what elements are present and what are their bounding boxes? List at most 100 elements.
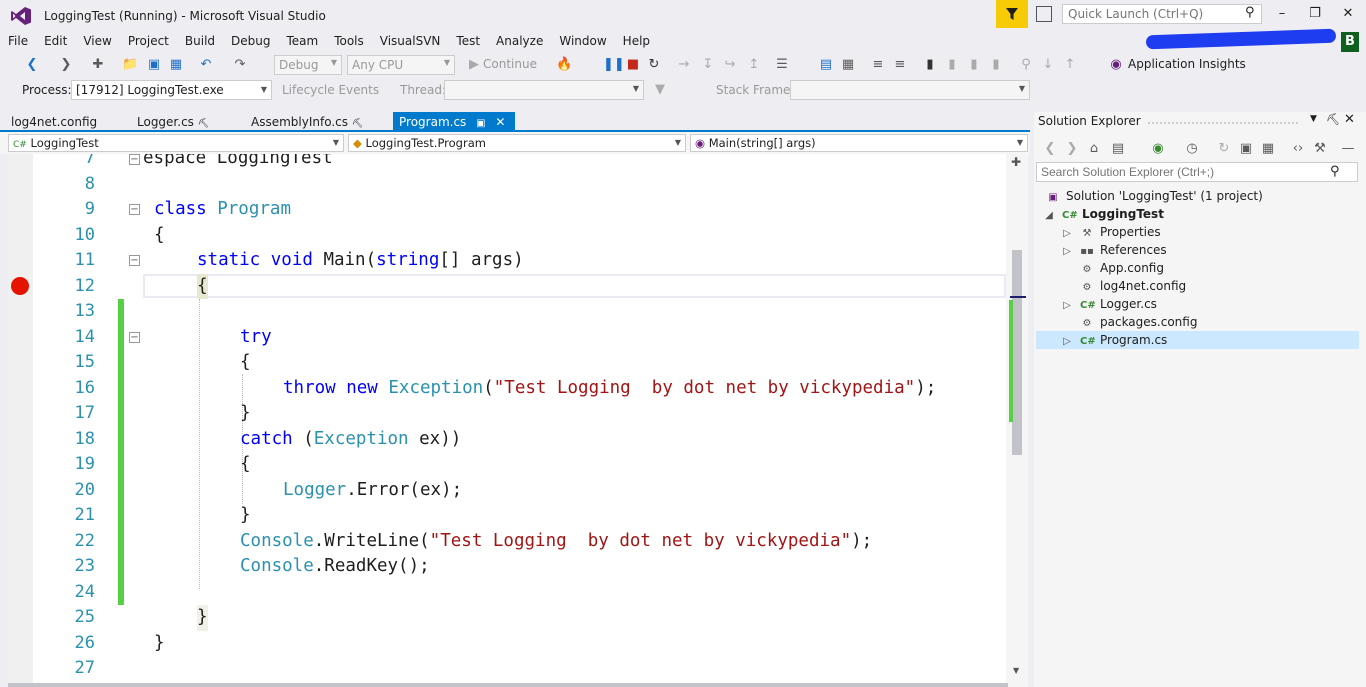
properties-wrench-icon[interactable]: ⚒ <box>1312 141 1328 157</box>
hot-reload-icon[interactable]: 🔥 <box>556 57 572 73</box>
menu-project[interactable]: Project <box>120 32 177 50</box>
filter-icon[interactable]: ▼ <box>652 82 668 98</box>
step-out-icon[interactable]: ↥ <box>746 57 762 73</box>
restart-icon[interactable]: ↻ <box>646 57 662 73</box>
navigate-back-icon[interactable]: ❮ <box>24 57 40 73</box>
feedback-filter-icon[interactable] <box>996 0 1028 28</box>
close-tab-icon[interactable]: ✕ <box>495 115 505 129</box>
sync-icon[interactable]: ↻ <box>1216 141 1232 157</box>
restore-button[interactable]: ❐ <box>1303 4 1327 24</box>
breakpoint-margin[interactable] <box>8 154 33 687</box>
new-project-icon[interactable]: ✚ <box>90 57 106 73</box>
close-button[interactable]: ✕ <box>1336 4 1360 24</box>
menu-file[interactable]: File <box>0 32 36 50</box>
forward-icon[interactable]: ❯ <box>1064 141 1080 157</box>
prev-bookmark-icon[interactable]: ▮ <box>944 57 960 73</box>
user-avatar[interactable]: B <box>1341 32 1359 52</box>
history-icon[interactable]: ◷ <box>1184 141 1200 157</box>
continue-button[interactable]: Continue <box>483 57 537 71</box>
search-icon[interactable]: ⚲ <box>1245 5 1255 20</box>
open-file-icon[interactable]: 📁 <box>122 57 138 73</box>
collapsed-arrow-icon[interactable]: ▷ <box>1060 243 1074 261</box>
find-icon[interactable]: ⚲ <box>1018 57 1034 73</box>
solution-search-input[interactable] <box>1036 162 1358 182</box>
menu-tools[interactable]: Tools <box>326 32 372 50</box>
step-into-icon[interactable]: ↧ <box>700 57 716 73</box>
stack-frame-dropdown[interactable]: ▼ <box>790 80 1030 100</box>
tab-log4net-config[interactable]: log4net.config <box>0 112 120 132</box>
collapse-all-icon[interactable]: ▣ <box>1238 141 1254 157</box>
view-code-icon[interactable]: ‹› <box>1290 141 1306 157</box>
collapse-icon[interactable]: − <box>129 154 140 165</box>
pin-icon[interactable]: ⛏ <box>1326 113 1340 126</box>
collapse-icon[interactable]: − <box>129 255 140 266</box>
menu-view[interactable]: View <box>75 32 119 50</box>
menu-edit[interactable]: Edit <box>36 32 75 50</box>
tree-item-program-cs[interactable]: ▷ C# Program.cs <box>1060 331 1167 349</box>
collapsed-arrow-icon[interactable]: ▷ <box>1060 297 1074 315</box>
split-icon[interactable]: ✚ <box>1011 155 1021 169</box>
tree-item-packages-config[interactable]: ⚙ packages.config <box>1080 313 1198 331</box>
preview-icon[interactable]: — <box>1340 141 1356 157</box>
menu-analyze[interactable]: Analyze <box>488 32 551 50</box>
object-browser-icon[interactable]: ▦ <box>840 57 856 73</box>
next-bookmark-icon[interactable]: ▮ <box>966 57 982 73</box>
bookmark-icon[interactable]: ▮ <box>922 57 938 73</box>
solution-platform-dropdown[interactable]: Any CPU ▼ <box>347 55 455 75</box>
solution-configuration-dropdown[interactable]: Debug ▼ <box>274 55 342 75</box>
code-editor[interactable]: 7 8 9 10 11 12 13 14 15 16 17 18 19 20 2… <box>8 154 1028 687</box>
tree-item-properties[interactable]: ▷ ⚒ Properties <box>1060 223 1161 241</box>
step-over-icon[interactable]: ↪ <box>722 57 738 73</box>
save-icon[interactable]: ▣ <box>146 57 162 73</box>
break-all-icon[interactable]: ❚❚ <box>603 57 625 73</box>
tab-logger-cs[interactable]: Logger.cs ⛏ <box>126 112 236 132</box>
switch-views-icon[interactable]: ▤ <box>1110 141 1126 157</box>
tree-item-solution[interactable]: ▣ Solution 'LoggingTest' (1 project) <box>1046 187 1263 205</box>
breakpoint-icon[interactable] <box>11 277 29 295</box>
pending-changes-icon[interactable]: ◉ <box>1150 141 1166 157</box>
menu-help[interactable]: Help <box>615 32 658 50</box>
menu-visualsvn[interactable]: VisualSVN <box>372 32 449 50</box>
project-dropdown[interactable]: C# LoggingTest ▼ <box>8 134 344 152</box>
tree-item-log4net-config[interactable]: ⚙ log4net.config <box>1080 277 1187 295</box>
menu-window[interactable]: Window <box>551 32 614 50</box>
back-icon[interactable]: ❮ <box>1042 141 1058 157</box>
tree-item-app-config[interactable]: ⚙ App.config <box>1080 259 1164 277</box>
navigate-forward-icon[interactable]: ❯ <box>58 57 74 73</box>
collapse-icon[interactable]: − <box>129 332 140 343</box>
application-insights-button[interactable]: Application Insights <box>1128 57 1246 71</box>
horizontal-scrollbar[interactable] <box>8 683 1008 687</box>
collapse-icon[interactable]: − <box>129 204 140 215</box>
application-insights-icon[interactable]: ◉ <box>1108 57 1124 73</box>
lifecycle-events-button[interactable]: Lifecycle Events <box>282 83 379 97</box>
home-icon[interactable]: ⌂ <box>1086 141 1102 157</box>
scroll-down-icon[interactable]: ▼ <box>1013 666 1019 675</box>
notification-icon[interactable] <box>1036 6 1052 22</box>
stop-debugging-icon[interactable]: ■ <box>625 57 641 73</box>
minimize-button[interactable]: – <box>1270 4 1294 24</box>
tab-assemblyinfo-cs[interactable]: AssemblyInfo.cs ⛏ <box>240 112 390 132</box>
tree-item-references[interactable]: ▷ ▪▪ References <box>1060 241 1167 259</box>
class-view-icon[interactable]: ▤ <box>818 57 834 73</box>
thread-dropdown[interactable]: ▼ <box>444 80 644 100</box>
scrollbar-thumb[interactable] <box>1012 250 1022 455</box>
play-icon[interactable]: ▶ <box>466 57 482 73</box>
menu-debug[interactable]: Debug <box>223 32 278 50</box>
show-all-files-icon[interactable]: ▦ <box>1260 141 1276 157</box>
process-dropdown[interactable]: [17912] LoggingTest.exe ▼ <box>71 80 272 100</box>
menu-test[interactable]: Test <box>448 32 488 50</box>
uncomment-icon[interactable]: ≡ <box>892 57 908 73</box>
menu-team[interactable]: Team <box>278 32 326 50</box>
comment-icon[interactable]: ≡ <box>870 57 886 73</box>
down-arrow-icon[interactable]: ↓ <box>1040 57 1056 73</box>
pin-icon[interactable]: ▣ <box>476 118 485 129</box>
redo-icon[interactable]: ↷ <box>232 57 248 73</box>
panel-dropdown-icon[interactable]: ▼ <box>1310 114 1317 124</box>
tree-item-project[interactable]: ◢ C# LoggingTest <box>1042 205 1164 223</box>
show-next-statement-icon[interactable]: → <box>676 57 692 73</box>
undo-icon[interactable]: ↶ <box>198 57 214 73</box>
search-icon[interactable]: ⚲ <box>1330 164 1340 179</box>
tab-program-cs[interactable]: Program.cs ▣ ✕ <box>393 112 515 132</box>
expanded-arrow-icon[interactable]: ◢ <box>1042 207 1056 225</box>
quick-launch-input[interactable] <box>1062 4 1262 24</box>
